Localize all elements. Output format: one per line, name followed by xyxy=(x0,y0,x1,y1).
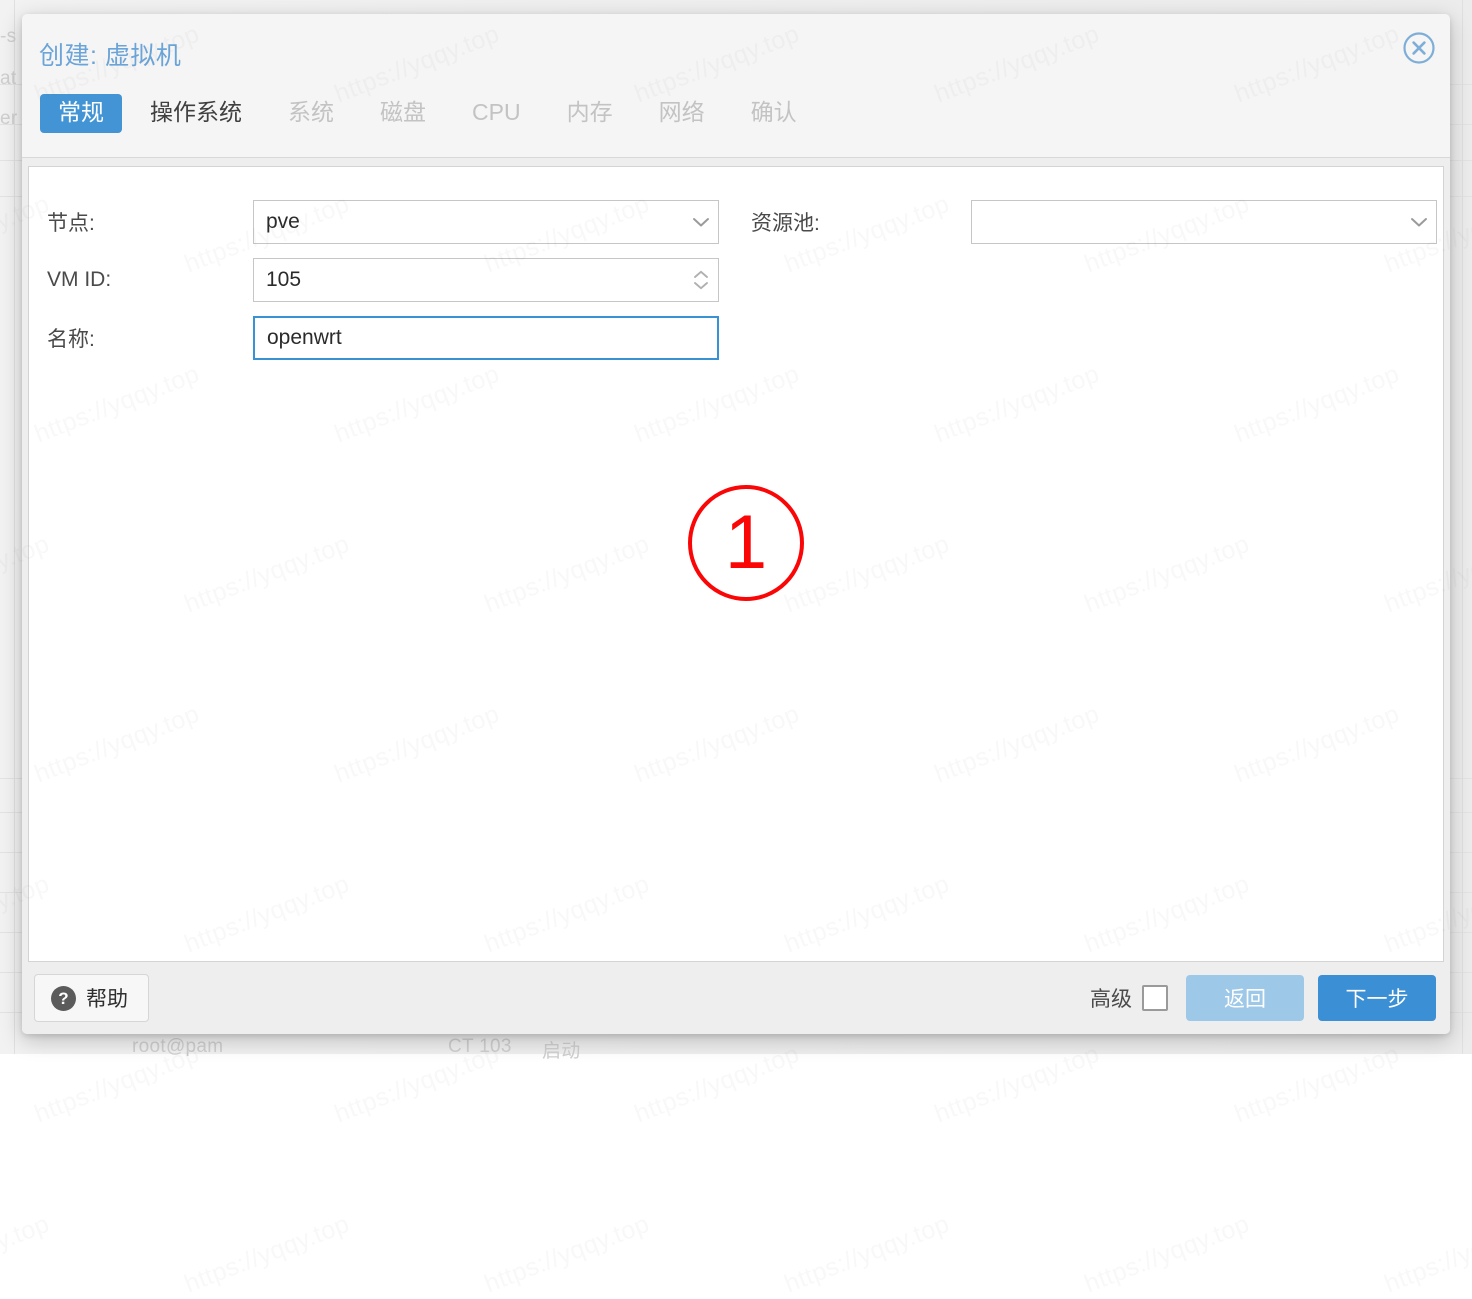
background-column-line xyxy=(1462,0,1463,1054)
vmid-value: 105 xyxy=(254,268,684,292)
help-button-label: 帮助 xyxy=(86,983,128,1013)
tab-1[interactable]: 操作系统 xyxy=(132,94,260,133)
dialog-header: 创建: 虚拟机 xyxy=(22,14,1450,94)
close-icon[interactable] xyxy=(1400,29,1438,67)
tab-4: CPU xyxy=(454,94,539,133)
watermark-text: https://yqqy.top xyxy=(181,1210,354,1299)
background-text: CT 103 xyxy=(448,1036,512,1058)
tab-2: 系统 xyxy=(270,94,352,133)
background-text: at xyxy=(0,68,16,90)
name-value: openwrt xyxy=(255,326,717,350)
background-text: -s xyxy=(0,26,16,48)
dialog-tabbar: 常规操作系统系统磁盘 CPU 内存网络确认 xyxy=(22,94,1450,158)
form-cell-name: 名称: openwrt xyxy=(29,316,743,360)
general-form: 节点: pve 资源池: xyxy=(29,167,1443,367)
watermark-text: https://yqqy.top xyxy=(781,1210,954,1299)
help-button[interactable]: ? 帮助 xyxy=(34,974,149,1022)
form-cell-pool: 资源池: xyxy=(743,200,1443,244)
tab-5: 内存 xyxy=(549,94,631,133)
dialog-body-panel: 节点: pve 资源池: xyxy=(28,166,1444,962)
dialog-footer: ? 帮助 高级 返回 下一步 xyxy=(22,962,1450,1034)
node-value: pve xyxy=(254,210,684,234)
background-text: 启动 xyxy=(542,1036,581,1063)
advanced-checkbox-box[interactable] xyxy=(1142,985,1168,1011)
tab-6: 网络 xyxy=(641,94,723,133)
background-text: root@pam xyxy=(132,1036,223,1058)
chevron-down-icon[interactable] xyxy=(684,216,718,228)
node-select[interactable]: pve xyxy=(253,200,719,244)
watermark-text: https://yqqy.top xyxy=(1081,1210,1254,1299)
name-label: 名称: xyxy=(47,323,253,353)
pool-select[interactable] xyxy=(971,200,1437,244)
annotation-marker-1: 1 xyxy=(688,485,804,601)
form-row: 节点: pve 资源池: xyxy=(29,193,1443,251)
advanced-checkbox[interactable]: 高级 xyxy=(1090,983,1168,1013)
watermark-text: https://yqqy.top xyxy=(0,1210,54,1299)
question-mark-icon: ? xyxy=(51,986,76,1011)
background-text: er xyxy=(0,108,18,130)
chevron-down-icon[interactable] xyxy=(1402,216,1436,228)
spinner-updown-icon[interactable] xyxy=(684,270,718,290)
watermark-text: https://yqqy.top xyxy=(481,1210,654,1299)
form-row: 名称: openwrt xyxy=(29,309,1443,367)
background-column-line xyxy=(14,0,15,1054)
dialog-title: 创建: 虚拟机 xyxy=(39,36,181,72)
tab-0[interactable]: 常规 xyxy=(40,94,122,133)
tab-3: 磁盘 xyxy=(362,94,444,133)
node-label: 节点: xyxy=(47,207,253,237)
pool-label: 资源池: xyxy=(751,207,971,237)
tab-7: 确认 xyxy=(733,94,815,133)
advanced-label: 高级 xyxy=(1090,983,1132,1013)
form-row: VM ID: 105 xyxy=(29,251,1443,309)
form-cell-node: 节点: pve xyxy=(29,200,743,244)
form-cell-vmid: VM ID: 105 xyxy=(29,258,743,302)
vmid-stepper[interactable]: 105 xyxy=(253,258,719,302)
next-button[interactable]: 下一步 xyxy=(1318,975,1436,1021)
watermark-text: https://yqqy.top xyxy=(1381,1210,1472,1299)
back-button[interactable]: 返回 xyxy=(1186,975,1304,1021)
vmid-label: VM ID: xyxy=(47,268,253,292)
name-input[interactable]: openwrt xyxy=(253,316,719,360)
create-vm-dialog: 创建: 虚拟机 常规操作系统系统磁盘 CPU 内存网络确认 节点: pve xyxy=(22,14,1450,1034)
